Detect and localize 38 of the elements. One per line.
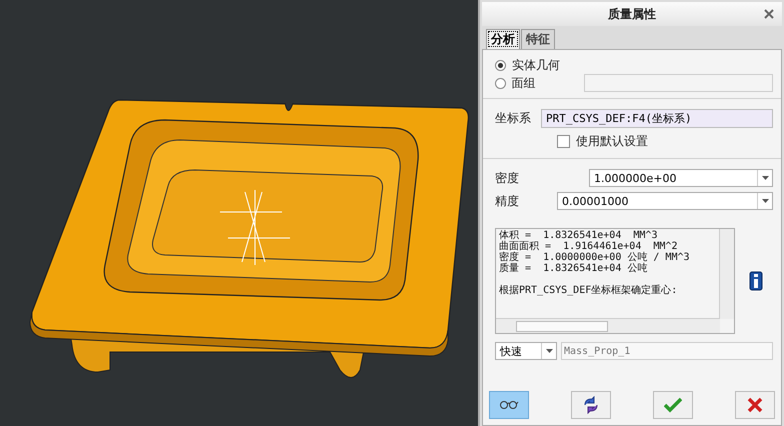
precision-dropdown[interactable]: 0.00001000 [557, 192, 773, 210]
horizontal-scrollbar[interactable] [496, 318, 720, 333]
caret-icon [762, 176, 768, 180]
cancel-icon [747, 397, 763, 413]
coordinate-system-field[interactable]: PRT_CSYS_DEF:F4(坐标系) [541, 109, 773, 128]
close-icon[interactable] [764, 9, 774, 19]
result-line: 质量 = 1.8326541e+04 公吨 [499, 263, 648, 274]
radio-button[interactable] [495, 78, 506, 88]
result-line: 根据PRT_CSYS_DEF坐标框架确定重心: [499, 285, 678, 296]
density-label: 密度 [495, 170, 519, 186]
quilt-field[interactable] [584, 74, 773, 92]
vertical-scrollbar[interactable] [719, 229, 734, 319]
glasses-icon [499, 400, 519, 410]
precision-label: 精度 [495, 192, 519, 210]
ok-button[interactable] [653, 391, 693, 419]
name-field[interactable]: Mass_Prop_1 [561, 342, 773, 360]
refresh-icon [582, 396, 600, 414]
tab[interactable]: 分析 [486, 29, 520, 49]
checkmark-icon [664, 397, 682, 413]
radio-label: 面组 [512, 74, 536, 92]
radio-button[interactable] [495, 60, 506, 70]
tab[interactable]: 特征 [521, 29, 555, 49]
coordinate-system-label: 坐标系 [495, 110, 531, 127]
result-line: 密度 = 1.0000000e+00 公吨 / MM^3 [499, 252, 691, 263]
mode-dropdown[interactable]: 快速 [495, 342, 557, 360]
density-dropdown[interactable]: 1.000000e+00 [589, 169, 773, 187]
caret-icon [546, 349, 552, 353]
preview-button[interactable] [489, 391, 529, 419]
checkbox-label: 使用默认设置 [576, 133, 648, 150]
radio-label: 实体几何 [512, 56, 560, 74]
cancel-button[interactable] [735, 391, 775, 419]
checkbox[interactable] [557, 135, 570, 148]
refresh-button[interactable] [571, 391, 611, 419]
info-icon[interactable] [749, 271, 763, 291]
caret-icon [762, 199, 768, 203]
window-title: 质量属性 [608, 6, 656, 22]
result-line: 体积 = 1.8326541e+04 MM^3 [499, 230, 658, 241]
result-line: 曲面面积 = 1.9164461e+04 MM^2 [499, 241, 678, 252]
